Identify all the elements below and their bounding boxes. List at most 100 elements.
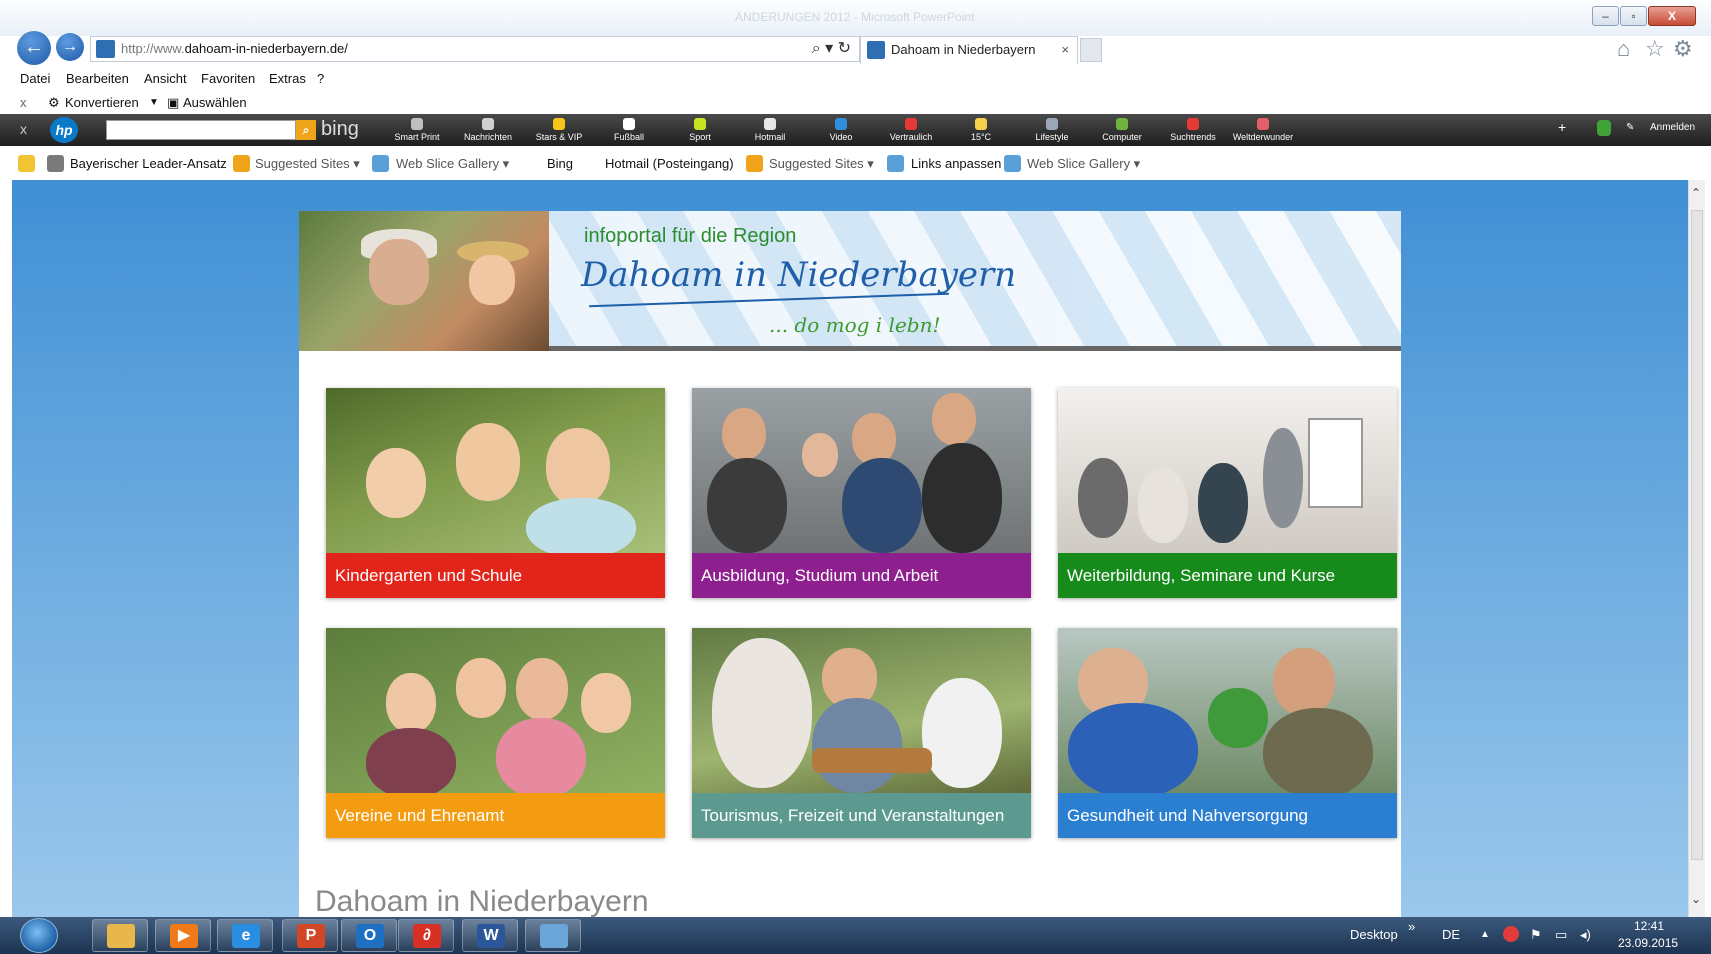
taskbar-powerpoint-button[interactable]: P: [282, 919, 338, 952]
signin-button[interactable]: Anmelden: [1650, 122, 1695, 133]
taskbar-acrobat-button[interactable]: ∂: [398, 919, 454, 952]
desktop-toolbar[interactable]: Desktop: [1350, 927, 1398, 942]
favorites-star-icon[interactable]: [18, 155, 35, 172]
bing-search-button[interactable]: ⌕: [296, 120, 316, 140]
tile-vereine-ehrenamt[interactable]: Vereine und Ehrenamt: [326, 628, 665, 838]
forward-button[interactable]: →: [56, 33, 84, 61]
toolbar-item-icon: [764, 118, 776, 130]
scroll-up-icon[interactable]: ⌃: [1691, 186, 1701, 200]
menu-item-help[interactable]: ?: [317, 71, 324, 86]
fav-bayerischer-leader[interactable]: Bayerischer Leader-Ansatz: [70, 156, 227, 171]
home-icon[interactable]: ⌂: [1617, 36, 1630, 62]
menu-item-ansicht[interactable]: Ansicht: [144, 71, 187, 86]
toolbar-close[interactable]: x: [20, 121, 27, 137]
fav-web-slice-gallery[interactable]: Web Slice Gallery ▾: [396, 156, 509, 172]
vertical-scrollbar[interactable]: ⌃ ⌄: [1688, 180, 1705, 917]
toolbar-item-10[interactable]: Computer: [1089, 118, 1155, 142]
tab-favicon-icon: [867, 41, 885, 59]
taskbar-internet-explorer-button[interactable]: e: [217, 919, 273, 952]
toolbar-item-11[interactable]: Suchtrends: [1160, 118, 1226, 142]
toolbar-item-5[interactable]: Hotmail: [737, 118, 803, 142]
scroll-down-icon[interactable]: ⌄: [1691, 892, 1701, 906]
site-logo-text: Dahoam in Niederbayern: [581, 255, 1017, 295]
toolbar-chevron-icon[interactable]: »: [1408, 919, 1415, 934]
volume-icon[interactable]: ◂): [1580, 927, 1591, 943]
toolbar-item-4[interactable]: Sport: [667, 118, 733, 142]
language-indicator[interactable]: DE: [1442, 927, 1460, 942]
toolbar-item-8[interactable]: 15°C: [948, 118, 1014, 142]
show-hidden-icons[interactable]: ▲: [1480, 929, 1490, 940]
menu-item-bearbeiten[interactable]: Bearbeiten: [66, 71, 129, 86]
scroll-thumb[interactable]: [1691, 210, 1703, 860]
tab-dahoam[interactable]: Dahoam in Niederbayern ×: [860, 36, 1078, 64]
maximize-button[interactable]: ▫: [1620, 6, 1647, 26]
toolbar-item-icon: [553, 118, 565, 130]
word-icon: W: [477, 924, 505, 948]
web-slice-icon: [372, 155, 389, 172]
tile-weiterbildung-seminare[interactable]: Weiterbildung, Seminare und Kurse: [1058, 388, 1397, 598]
convert-dropdown-icon[interactable]: ▼: [149, 97, 159, 108]
new-tab-button[interactable]: [1080, 38, 1102, 62]
menu-item-datei[interactable]: Datei: [20, 71, 50, 86]
action-center-flag-icon[interactable]: ⚑: [1530, 927, 1542, 943]
toolbar-item-1[interactable]: Nachrichten: [455, 118, 521, 142]
toolbar-item-6[interactable]: Video: [808, 118, 874, 142]
header-slogan: ... do mog i lebn!: [769, 313, 941, 337]
convert-button[interactable]: Konvertieren: [65, 95, 139, 110]
toolbar-item-icon: [1257, 118, 1269, 130]
tab-close-icon[interactable]: ×: [1061, 37, 1069, 63]
shield-icon[interactable]: [1597, 120, 1611, 136]
minimize-button[interactable]: –: [1592, 6, 1619, 26]
hp-bing-toolbar: x hp ⌕ bing Smart Print Nachrichten Stars …: [0, 114, 1711, 146]
menu-item-extras[interactable]: Extras: [269, 71, 306, 86]
links-icon: [887, 155, 904, 172]
clock-time[interactable]: 12:41: [1634, 919, 1664, 933]
toolbar-item-label: Vertraulich: [889, 132, 933, 142]
fav-hotmail[interactable]: Hotmail (Posteingang): [605, 156, 734, 171]
toolbar-item-0[interactable]: Smart Print: [384, 118, 450, 142]
favorites-star-icon[interactable]: ☆: [1645, 36, 1665, 62]
clock-date[interactable]: 23.09.2015: [1618, 936, 1678, 950]
internet-explorer-icon: e: [232, 924, 260, 948]
toolbar-item-7[interactable]: Vertraulich: [878, 118, 944, 142]
command-bar-close[interactable]: x: [20, 95, 27, 110]
search-refresh-icon[interactable]: ⌕ ▾ ↻: [812, 37, 851, 61]
address-bar[interactable]: http://www.dahoam-in-niederbayern.de/ ⌕ …: [90, 36, 860, 62]
tile-ausbildung-studium[interactable]: Ausbildung, Studium und Arbeit: [692, 388, 1031, 598]
tile-gesundheit-nahversorgung[interactable]: Gesundheit und Nahversorgung: [1058, 628, 1397, 838]
header-tagline: infoportal für die Region: [584, 225, 797, 247]
toolbar-item-2[interactable]: Stars & VIP: [526, 118, 592, 142]
taskbar-media-player-button[interactable]: ▶: [155, 919, 211, 952]
toolbar-item-12[interactable]: Weltderwunder: [1230, 118, 1296, 142]
fav-suggested-sites-2[interactable]: Suggested Sites ▾: [769, 156, 874, 172]
tile-kindergarten-schule[interactable]: Kindergarten und Schule: [326, 388, 665, 598]
start-button[interactable]: [20, 918, 58, 953]
fav-suggested-sites[interactable]: Suggested Sites ▾: [255, 156, 360, 172]
fav-links-anpassen[interactable]: Links anpassen: [911, 156, 1001, 171]
close-button[interactable]: X: [1648, 6, 1696, 26]
back-button[interactable]: ←: [17, 31, 51, 65]
bing-search-input[interactable]: [106, 120, 296, 140]
gear-icon[interactable]: ⚙: [1673, 36, 1693, 62]
toolbar-item-icon: [482, 118, 494, 130]
toolbar-item-9[interactable]: Lifestyle: [1019, 118, 1085, 142]
menu-item-favoriten[interactable]: Favoriten: [201, 71, 255, 86]
taskbar-outlook-button[interactable]: O: [341, 919, 397, 952]
site-header-banner[interactable]: infoportal für die Region Dahoam in Nied…: [299, 211, 1401, 351]
toolbar-add[interactable]: +: [1558, 119, 1566, 135]
toolbar-item-3[interactable]: Fußball: [596, 118, 662, 142]
taskbar-image-viewer-button[interactable]: [525, 919, 581, 952]
taskbar-explorer-button[interactable]: [92, 919, 148, 952]
fav-bing[interactable]: Bing: [547, 156, 573, 171]
wrench-icon[interactable]: ✎: [1626, 122, 1634, 133]
network-icon[interactable]: ▭: [1555, 927, 1567, 943]
tile-tourismus-freizeit[interactable]: Tourismus, Freizeit und Veranstaltungen: [692, 628, 1031, 838]
select-button[interactable]: Auswählen: [183, 95, 247, 110]
fav-web-slice-gallery-2[interactable]: Web Slice Gallery ▾: [1027, 156, 1140, 172]
acrobat-icon: ∂: [413, 924, 441, 948]
tile-label: Vereine und Ehrenamt: [326, 793, 665, 838]
taskbar-word-button[interactable]: W: [462, 919, 518, 952]
toolbar-item-icon: [835, 118, 847, 130]
security-alert-icon[interactable]: [1503, 926, 1519, 942]
header-photo: [299, 211, 549, 351]
